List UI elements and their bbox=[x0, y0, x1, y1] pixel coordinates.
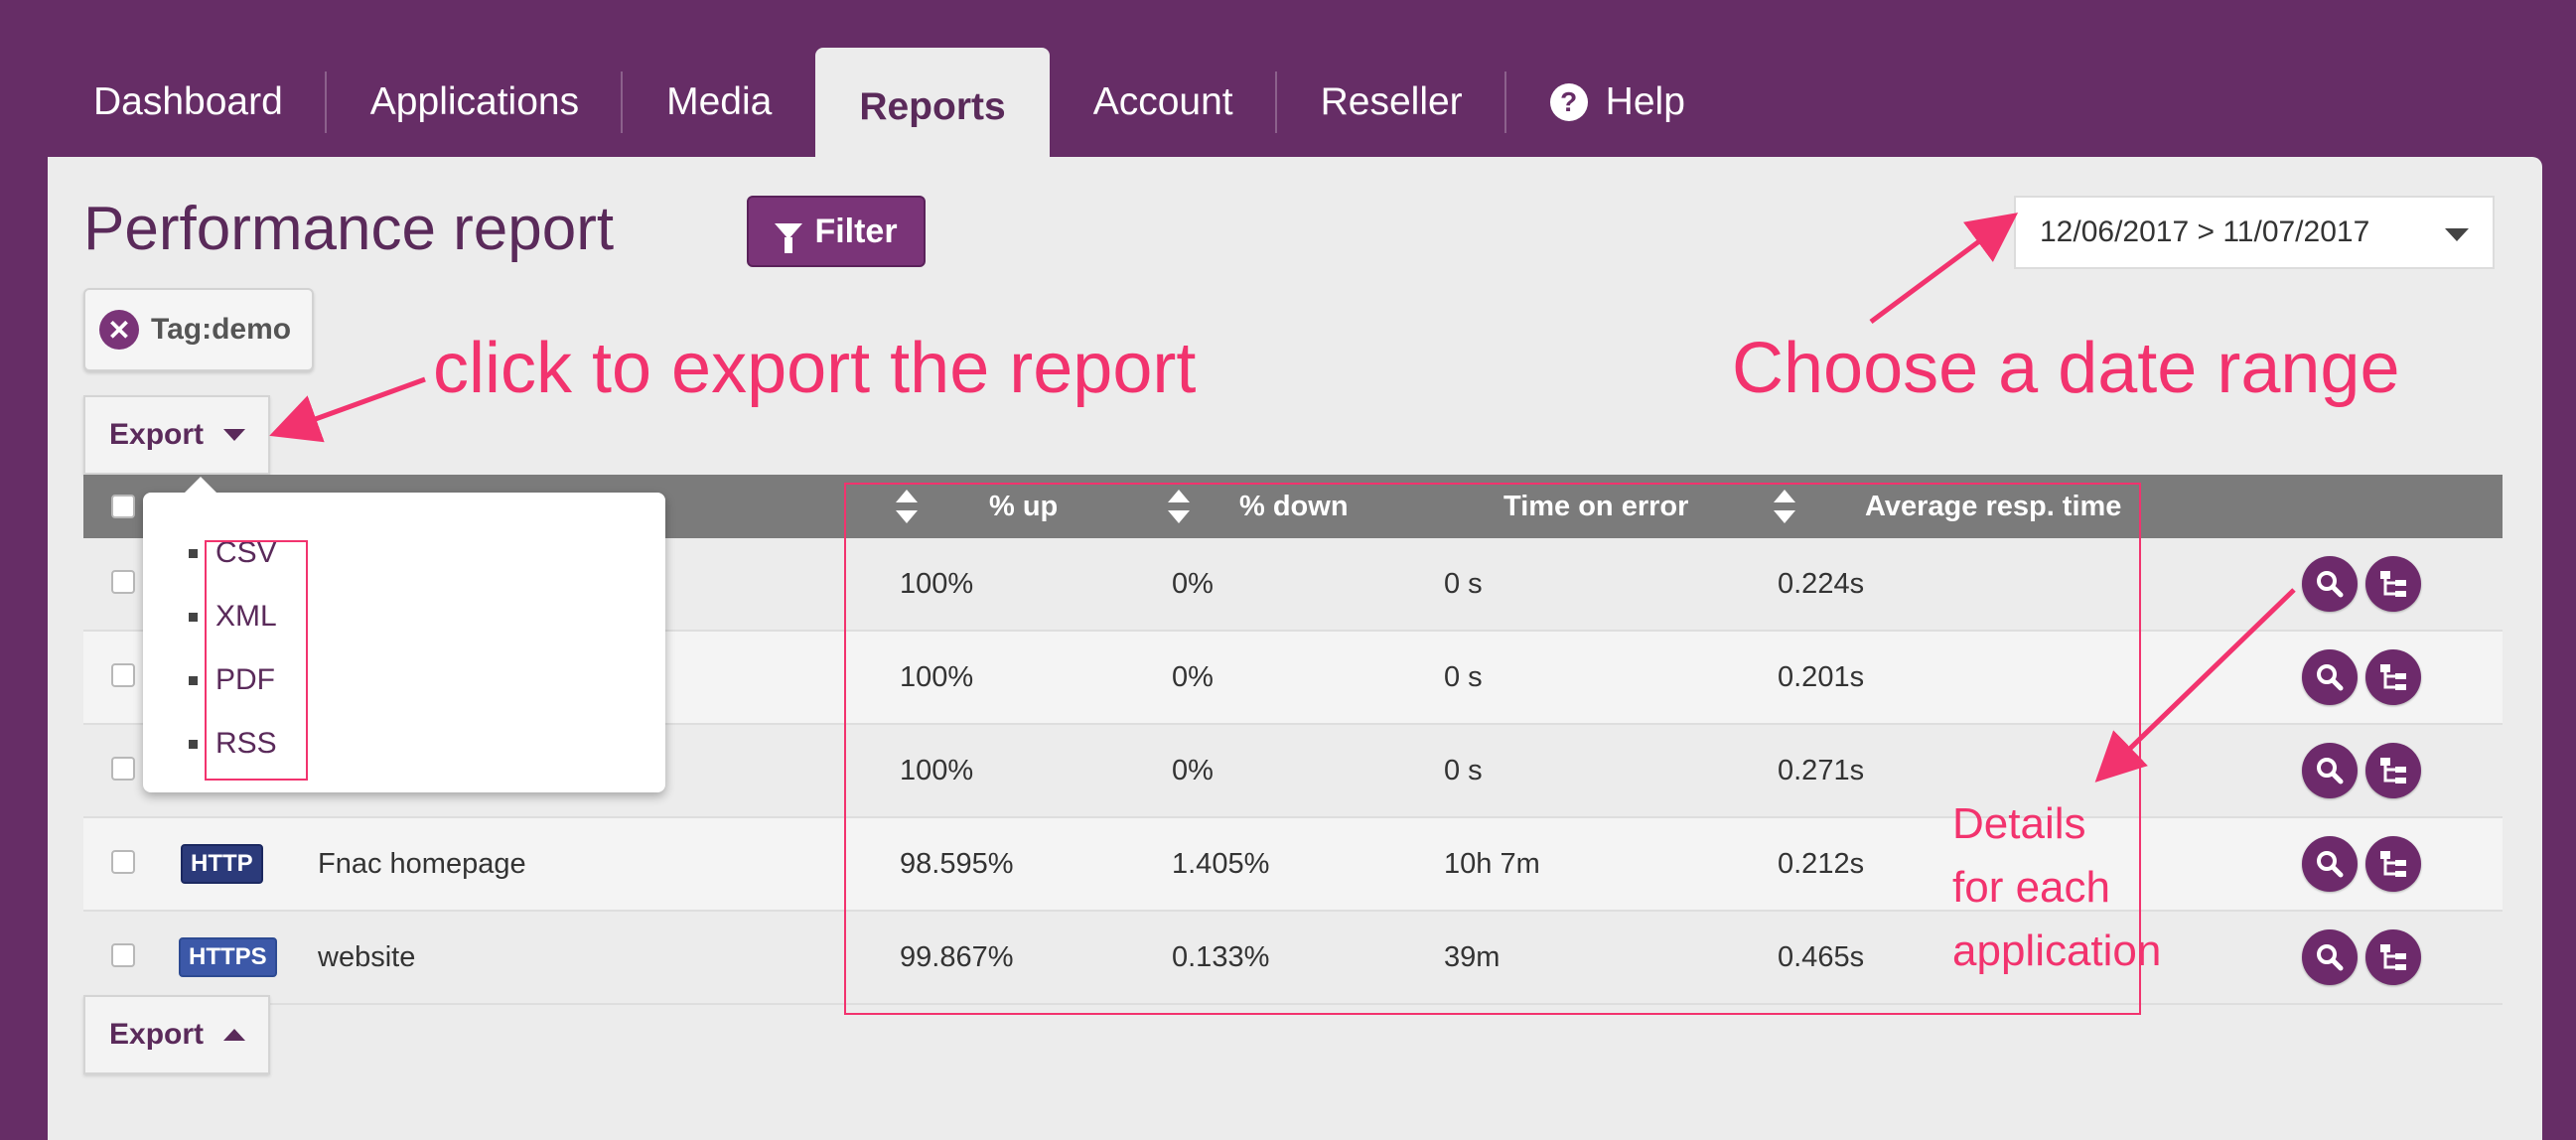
annotation-arrows bbox=[269, 213, 2296, 783]
arrow-to-date bbox=[1869, 213, 2019, 325]
arrow-to-export bbox=[269, 376, 426, 443]
arrow-to-details bbox=[2094, 588, 2296, 783]
